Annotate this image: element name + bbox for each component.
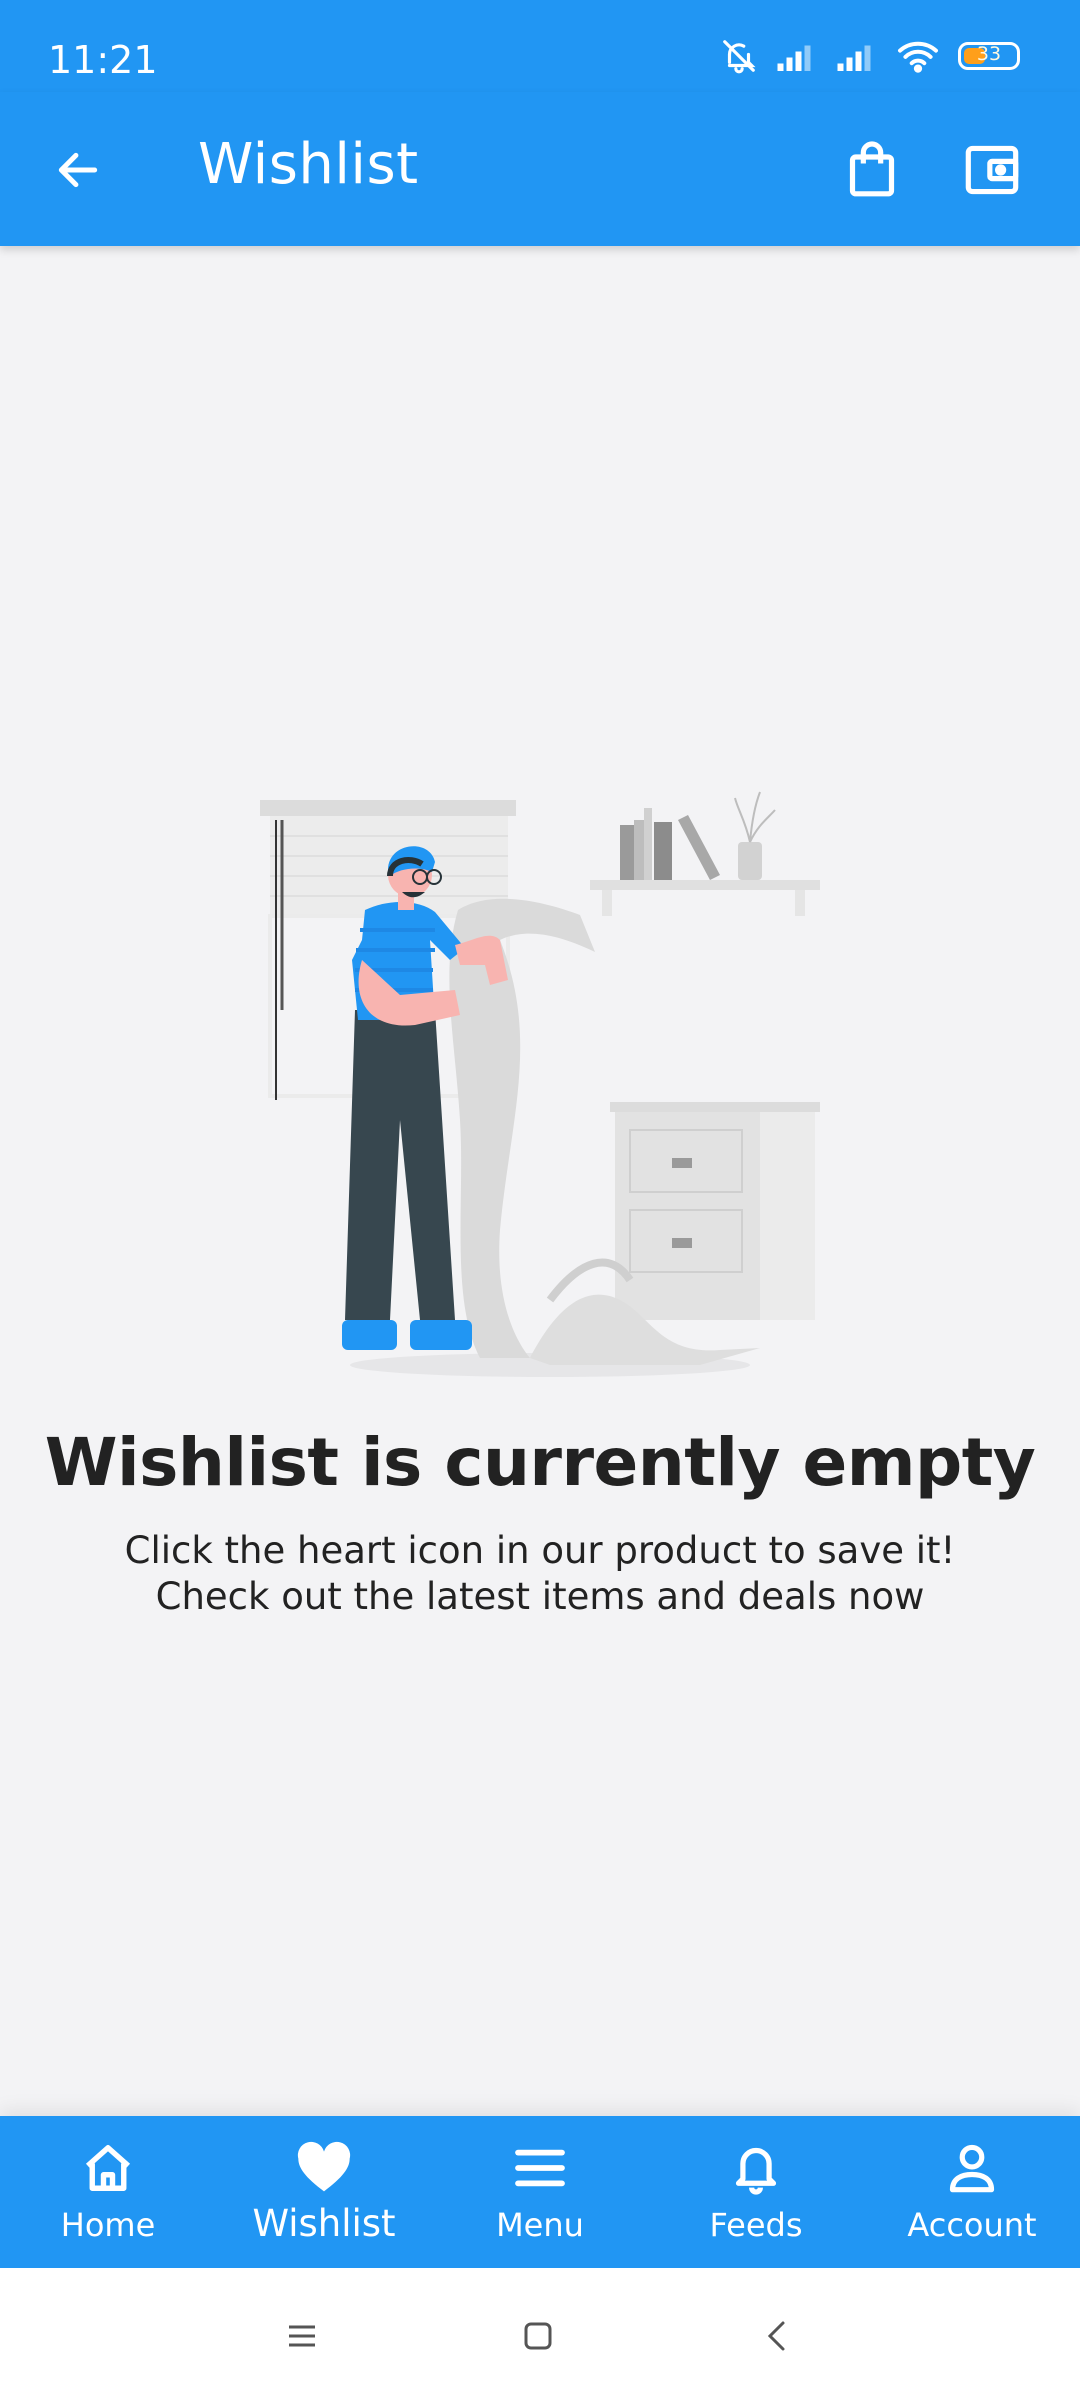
battery-icon: 33 <box>958 42 1020 70</box>
bell-icon <box>735 2147 777 2195</box>
empty-state-line1: Click the heart icon in our product to s… <box>124 1529 956 1572</box>
recents-button[interactable] <box>272 2306 332 2366</box>
app-bar: Wishlist <box>0 92 1080 246</box>
nav-label-menu: Menu <box>496 2206 584 2244</box>
home-icon <box>85 2145 131 2191</box>
status-bar: 11:21 33 <box>0 0 1080 92</box>
nav-item-home[interactable]: Home <box>0 2116 216 2268</box>
back-button[interactable] <box>38 130 118 210</box>
back-system-button[interactable] <box>746 2306 806 2366</box>
nav-item-wishlist[interactable]: Wishlist <box>216 2116 432 2268</box>
wallet-icon <box>965 145 1019 195</box>
heart-icon <box>297 2141 351 2192</box>
bottom-nav: Home Wishlist Menu Feeds Account <box>0 2116 1080 2268</box>
home-system-button[interactable] <box>508 2306 568 2366</box>
cart-button[interactable] <box>830 128 914 212</box>
signal-icon <box>777 45 811 71</box>
signal-icon <box>837 45 871 71</box>
bell-off-icon <box>723 40 756 74</box>
person-icon <box>949 2144 995 2193</box>
nav-label-account: Account <box>907 2206 1037 2244</box>
nav-label-feeds: Feeds <box>709 2206 803 2244</box>
shopping-bag-icon <box>849 141 895 197</box>
back-chevron-icon <box>767 2321 785 2351</box>
nav-label-home: Home <box>60 2206 156 2244</box>
nav-label-wishlist: Wishlist <box>252 2202 396 2245</box>
arrow-left-icon <box>58 152 98 188</box>
page-title: Wishlist <box>198 132 419 197</box>
empty-state-line2: Check out the latest items and deals now <box>155 1575 925 1618</box>
wallet-button[interactable] <box>950 128 1034 212</box>
system-nav-bar <box>0 2268 1080 2400</box>
nav-item-account[interactable]: Account <box>864 2116 1080 2268</box>
recents-icon <box>289 2325 315 2347</box>
nav-item-menu[interactable]: Menu <box>432 2116 648 2268</box>
nav-item-feeds[interactable]: Feeds <box>648 2116 864 2268</box>
home-square-icon <box>524 2322 552 2350</box>
status-icons: 33 <box>720 36 1020 76</box>
menu-icon <box>515 2149 565 2187</box>
empty-wishlist-illustration <box>260 791 820 1377</box>
battery-level: 33 <box>976 43 1002 65</box>
empty-state-description: Click the heart icon in our product to s… <box>0 1528 1080 1620</box>
empty-state-title: Wishlist is currently empty <box>44 1424 1036 1501</box>
status-time: 11:21 <box>48 38 158 82</box>
wifi-icon <box>898 41 938 73</box>
